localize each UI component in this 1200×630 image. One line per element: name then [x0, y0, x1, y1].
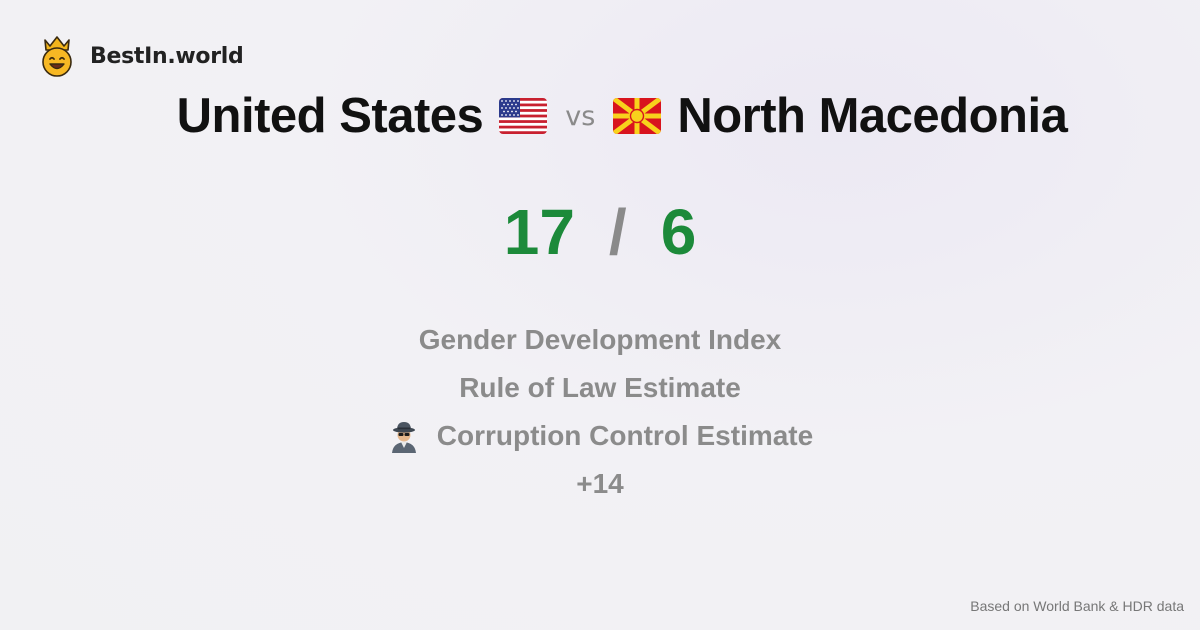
score-separator: /	[608, 196, 627, 268]
vs-label: vs	[565, 100, 596, 132]
metrics-list: Gender Development Index Rule of Law Est…	[0, 316, 1200, 508]
right-score: 6	[660, 196, 697, 268]
list-item: Corruption Control Estimate	[0, 412, 1200, 460]
metric-label: +14	[576, 468, 624, 499]
comparison-title: United States vs North Macedonia	[0, 86, 1200, 146]
list-item: Gender Development Index	[0, 316, 1200, 364]
north-macedonia-flag-icon	[613, 98, 662, 134]
metric-label: Rule of Law Estimate	[459, 372, 741, 403]
metric-label: Corruption Control Estimate	[436, 420, 814, 451]
left-score: 17	[503, 196, 575, 268]
spy-icon	[391, 422, 416, 453]
brand[interactable]: BestIn.world	[38, 34, 244, 78]
crown-smiley-icon	[42, 36, 72, 77]
us-flag-icon	[499, 98, 548, 134]
more-metrics-count: +14	[0, 460, 1200, 508]
right-country-name: North Macedonia	[677, 89, 1068, 143]
list-item: Rule of Law Estimate	[0, 364, 1200, 412]
brand-name: BestIn.world	[90, 43, 244, 69]
data-source-note: Based on World Bank & HDR data	[970, 598, 1184, 614]
left-country-name: United States	[176, 89, 484, 143]
score: 17 / 6	[0, 195, 1200, 269]
metric-label: Gender Development Index	[418, 324, 782, 355]
